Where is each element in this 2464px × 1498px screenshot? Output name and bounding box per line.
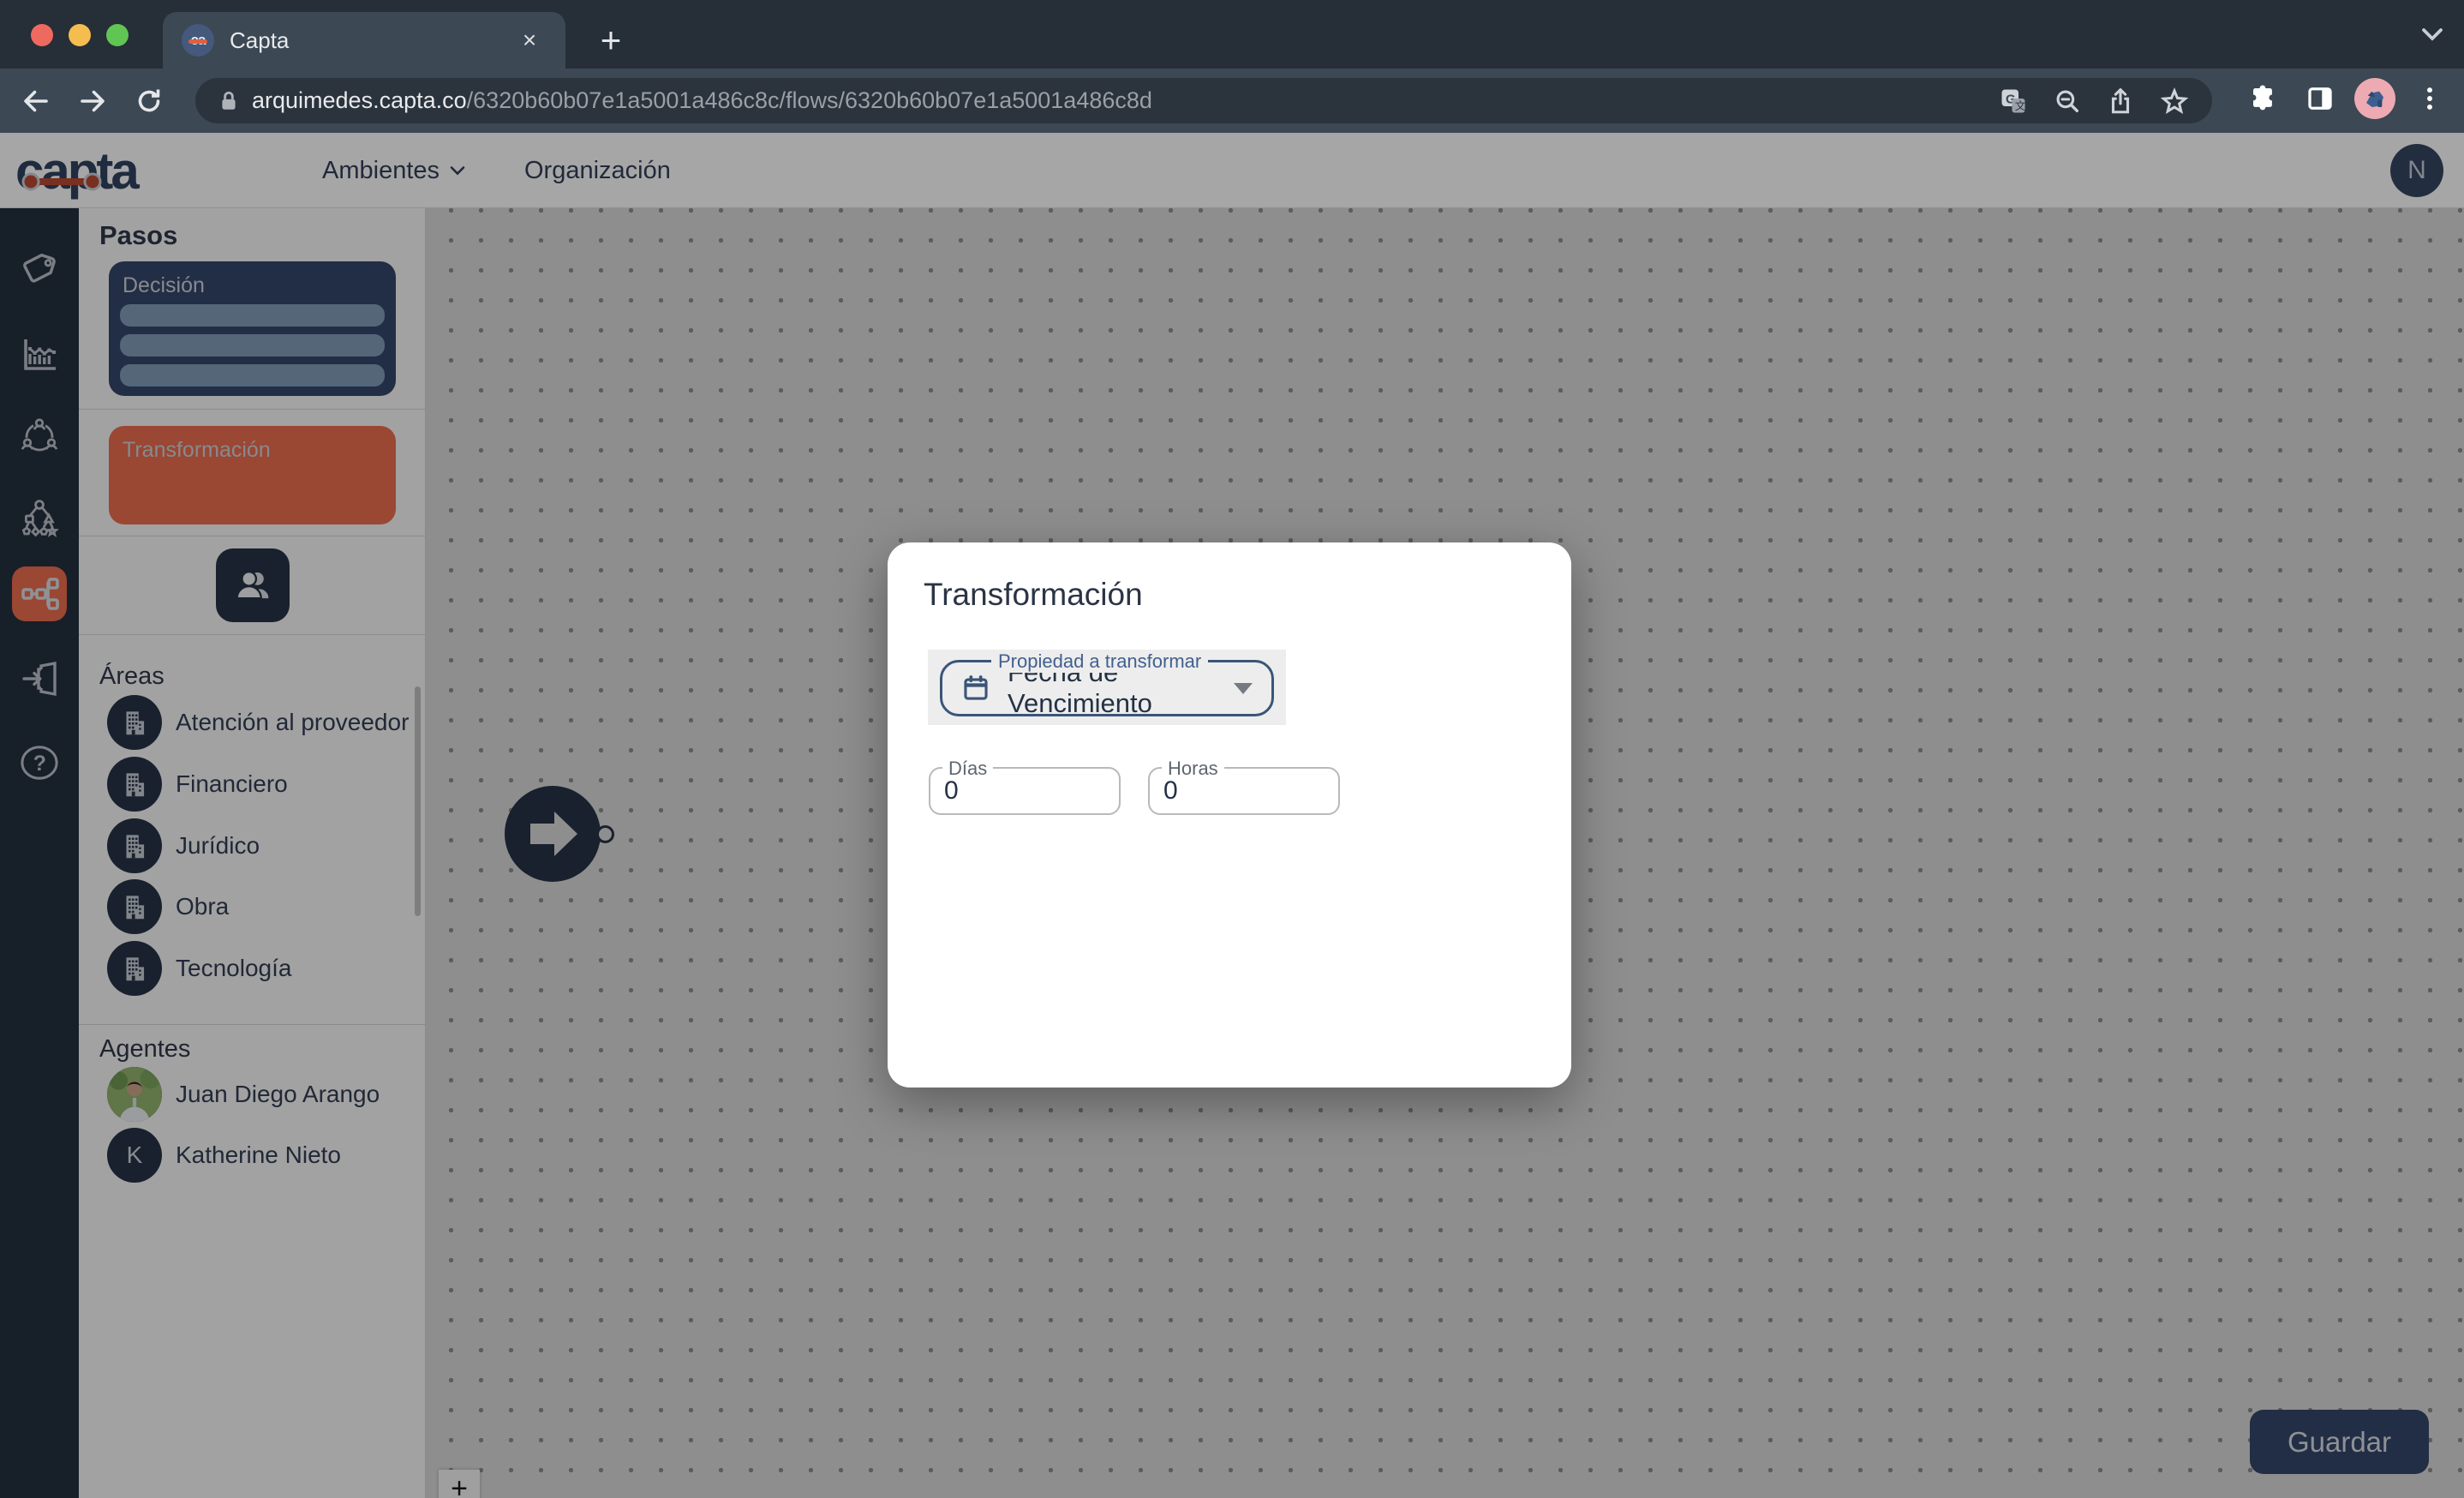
back-button[interactable] (12, 77, 60, 125)
calendar-icon (961, 674, 990, 703)
side-panel-icon[interactable] (2298, 76, 2342, 121)
menu-kebab-icon[interactable] (2407, 76, 2452, 121)
capta-favicon: ca (182, 24, 214, 57)
screen: ca Capta × + arquimedes.capta.co/6320b60… (0, 0, 2464, 1498)
browser-tab[interactable]: ca Capta × (163, 12, 565, 69)
new-tab-button[interactable]: + (589, 19, 632, 62)
transformation-modal: Transformación Propiedad a transformar F… (888, 542, 1571, 1088)
reload-button[interactable] (125, 77, 173, 125)
tab-title: Capta (230, 27, 512, 54)
url-text: arquimedes.capta.co/6320b60b07e1a5001a48… (252, 87, 1998, 114)
horas-label: Horas (1162, 758, 1224, 780)
close-tab-icon[interactable]: × (512, 23, 547, 57)
extensions-puzzle-icon[interactable] (2241, 76, 2286, 121)
browser-toolbar: arquimedes.capta.co/6320b60b07e1a5001a48… (0, 69, 2464, 133)
url-path: /6320b60b07e1a5001a486c8c/flows/6320b60b… (467, 87, 1152, 113)
horas-value: 0 (1163, 776, 1178, 806)
share-icon[interactable] (2106, 87, 2135, 116)
zoom-out-icon[interactable] (2053, 87, 2082, 116)
url-bar[interactable]: arquimedes.capta.co/6320b60b07e1a5001a48… (195, 78, 2212, 123)
modal-title: Transformación (924, 577, 1143, 613)
bookmark-star-icon[interactable] (2159, 86, 2190, 117)
dias-label: Días (942, 758, 993, 780)
window-close-button[interactable] (31, 24, 53, 46)
profile-avatar[interactable] (2354, 78, 2395, 119)
window-zoom-button[interactable] (106, 24, 129, 46)
browser-tab-strip: ca Capta × + (0, 0, 2464, 69)
lock-icon[interactable] (218, 88, 240, 114)
svg-text:文: 文 (2015, 99, 2026, 112)
property-select-label: Propiedad a transformar (991, 650, 1208, 673)
forward-button[interactable] (69, 77, 117, 125)
url-host: arquimedes.capta.co (252, 87, 467, 113)
translate-icon[interactable]: G文 (1998, 86, 2029, 117)
select-caret-icon (1234, 683, 1253, 694)
horas-input[interactable]: Horas 0 (1148, 767, 1340, 815)
tab-search-chevron-icon[interactable] (2419, 26, 2445, 43)
dias-value: 0 (944, 776, 959, 806)
property-select[interactable]: Propiedad a transformar Fecha de Vencimi… (940, 660, 1274, 716)
dias-input[interactable]: Días 0 (929, 767, 1121, 815)
window-minimize-button[interactable] (69, 24, 91, 46)
